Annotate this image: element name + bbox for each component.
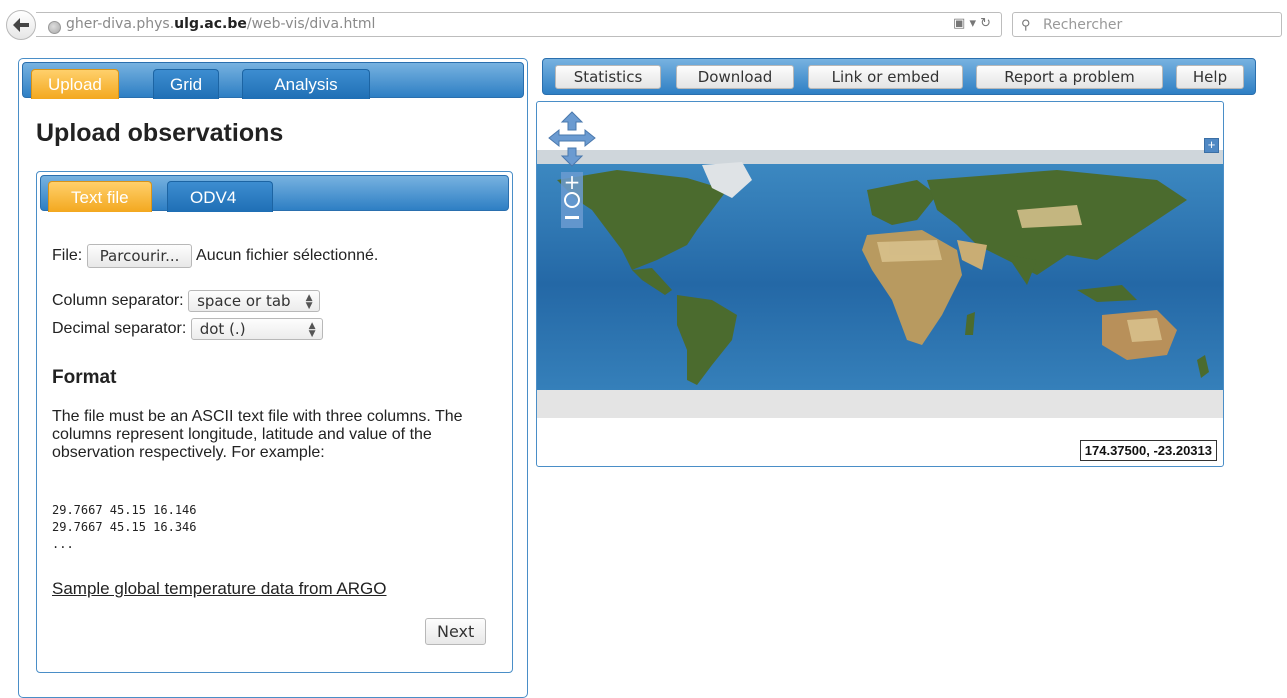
map-viewer[interactable]: + + 174.37500, -23.20313 [536,101,1224,467]
upload-tabbar: Text file ODV4 [40,175,509,212]
decimal-separator-label: Decimal separator: [52,320,187,338]
decimal-separator-value: dot (.) [199,320,246,338]
format-description: The file must be an ASCII text file with… [52,408,463,461]
url-path: /web-vis/diva.html [246,16,376,32]
arctic-ice [537,150,1223,164]
tab-analysis[interactable]: Analysis [242,69,370,99]
zoom-out-icon[interactable] [565,216,579,219]
example-line: 29.7667 45.15 16.146 [52,503,197,517]
file-label: File: [52,247,83,265]
search-input[interactable]: ⚲ Rechercher [1012,12,1282,37]
help-button[interactable]: Help [1176,65,1244,89]
browser-toolbar: gher-diva.phys.ulg.ac.be/web-vis/diva.ht… [0,0,1287,48]
column-separator-select[interactable]: space or tab ▲ ▼ [188,290,320,312]
main-tabbar: Upload Grid Analysis [22,62,524,99]
column-separator-row: Column separator: space or tab ▲ ▼ [52,290,320,312]
search-placeholder: Rechercher [1043,17,1123,33]
pan-left-right-icon[interactable] [548,128,596,148]
map-toolbar: Statistics Download Link or embed Report… [542,58,1256,95]
reader-reload-icons[interactable]: ▣ ▾ ↻ [953,16,991,31]
example-line: ... [52,537,74,551]
url-field[interactable]: gher-diva.phys.ulg.ac.be/web-vis/diva.ht… [36,12,1002,37]
column-separator-value: space or tab [197,292,291,310]
example-line: 29.7667 45.15 16.346 [52,520,197,534]
left-panel: Upload Grid Analysis Upload observations… [18,58,528,698]
sample-data-link[interactable]: Sample global temperature data from ARGO [52,579,387,599]
zoom-in-icon[interactable]: + [564,170,581,194]
url-text: gher-diva.phys.ulg.ac.be/web-vis/diva.ht… [48,16,376,34]
link-embed-button[interactable]: Link or embed [808,65,963,89]
zoom-bar: + [561,170,583,228]
mouse-coordinates: 174.37500, -23.20313 [1079,440,1217,461]
tab-upload[interactable]: Upload [31,69,119,99]
report-problem-button[interactable]: Report a problem [976,65,1163,89]
pan-zoom-controls[interactable]: + [537,102,597,232]
format-heading: Format [52,367,117,388]
page-title: Upload observations [36,119,284,147]
select-arrows-icon: ▲ ▼ [308,321,316,339]
arrow-left-icon [13,18,29,32]
file-row: File: Parcourir... Aucun fichier sélecti… [52,244,378,268]
pan-down-icon[interactable] [560,147,584,167]
example-code: 29.7667 45.15 16.146 29.7667 45.15 16.346… [52,502,197,553]
layer-switcher-icon[interactable]: + [1204,138,1219,153]
antarctica [537,390,1223,418]
url-host-prefix: gher-diva.phys. [66,16,175,32]
column-separator-label: Column separator: [52,292,184,310]
browse-button[interactable]: Parcourir... [86,244,193,268]
select-arrows-icon: ▲ ▼ [305,293,313,311]
no-file-text: Aucun fichier sélectionné. [196,247,379,265]
url-host-bold: ulg.ac.be [174,16,247,32]
tab-text-file[interactable]: Text file [48,181,152,212]
next-button[interactable]: Next [425,618,487,645]
globe-icon [48,21,61,34]
decimal-separator-select[interactable]: dot (.) ▲ ▼ [190,318,323,340]
search-icon: ⚲ [1021,17,1031,32]
tab-odv4[interactable]: ODV4 [167,181,273,212]
tab-grid[interactable]: Grid [153,69,220,99]
statistics-button[interactable]: Statistics [555,65,661,89]
download-button[interactable]: Download [676,65,794,89]
decimal-separator-row: Decimal separator: dot (.) ▲ ▼ [52,318,323,340]
pan-up-icon[interactable] [560,111,584,131]
world-map[interactable] [537,150,1224,418]
upload-panel: Text file ODV4 File: Parcourir... Aucun … [36,171,513,673]
back-button[interactable] [6,10,36,40]
